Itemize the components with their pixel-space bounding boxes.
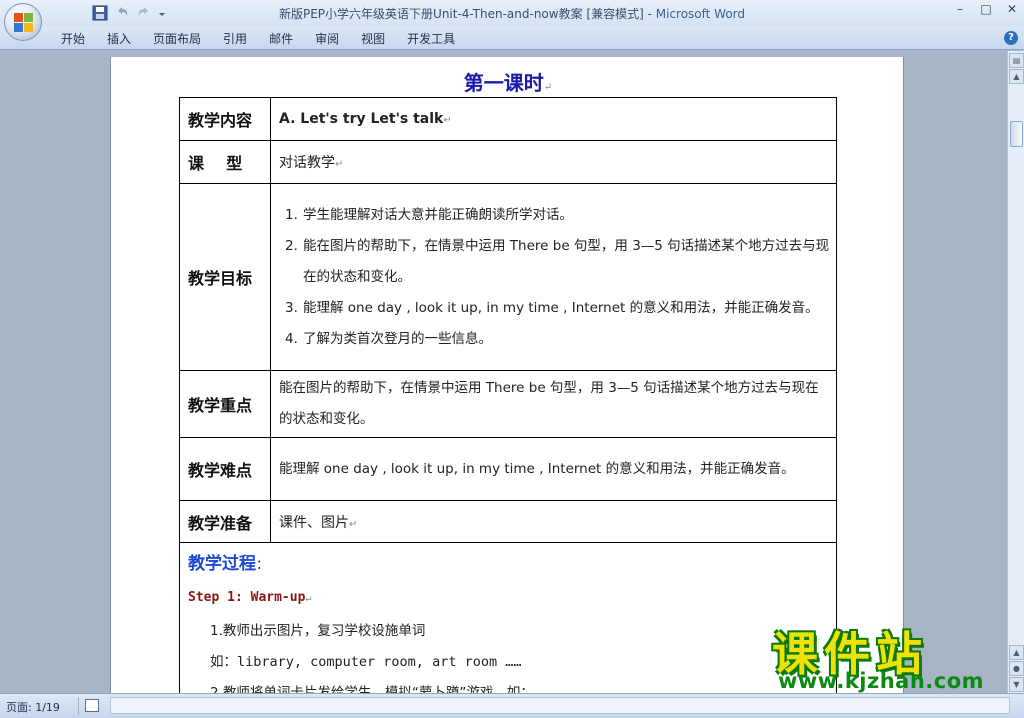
ribbon-tabs: 开始 插入 页面布局 引用 邮件 审阅 视图 开发工具 ? <box>0 26 1024 50</box>
title-bar: 新版PEP小学六年级英语下册Unit-4-Then-and-now教案 [兼容模… <box>0 0 1024 26</box>
row-value-goals: 1. 学生能理解对话大意并能正确朗读所学对话。 2. 能在图片的帮助下，在情景中运用… <box>270 183 837 371</box>
list-text: 了解为类首次登月的一些信息。 <box>303 330 492 347</box>
row-value-key-points: 能在图片的帮助下，在情景中运用 There be 句型，用 3—5 句话描述某个… <box>270 370 837 438</box>
difficulties-text: 能理解 one day , look it up, in my time , I… <box>279 460 795 477</box>
table-row: 教学过程： Step 1: Warm-up↵ 1.教师出示图片，复习学校设施单词… <box>179 542 837 693</box>
watermark: 课件站 www.kjzhan.com <box>772 618 1008 694</box>
table-row: 教学重点 能在图片的帮助下，在情景中运用 There be 句型，用 3—5 句… <box>179 370 837 438</box>
process-cell: 教学过程： Step 1: Warm-up↵ 1.教师出示图片，复习学校设施单词… <box>179 542 837 693</box>
restore-button[interactable]: □ <box>978 2 994 16</box>
window-title: 新版PEP小学六年级英语下册Unit-4-Then-and-now教案 [兼容模… <box>0 5 1024 22</box>
process-heading-suffix: ： <box>256 558 270 573</box>
office-button[interactable] <box>4 3 42 41</box>
view-ruler-icon[interactable]: ▤ <box>1009 53 1024 68</box>
list-text: 能在图片的帮助下，在情景中运用 There be 句型，用 3—5 句话描述某个… <box>303 237 830 285</box>
tab-references[interactable]: 引用 <box>212 30 258 48</box>
content-value: A. Let's try Let's talk <box>279 111 444 127</box>
process-line: 1.教师出示图片，复习学校设施单词 <box>210 623 426 639</box>
list-item: 1. 学生能理解对话大意并能正确朗读所学对话。 <box>279 200 830 231</box>
process-line: 2.教师将单词卡片发给学生，模拟“萝卜蹲”游戏。如： <box>210 685 534 693</box>
table-row: 教学内容 A. Let's try Let's talk↵ <box>179 97 837 141</box>
scroll-up-icon[interactable]: ▲ <box>1009 69 1024 84</box>
row-label-goals: 教学目标 <box>179 183 271 371</box>
app-name: Microsoft Word <box>655 7 746 21</box>
process-line: 如：library, computer room, art room …… <box>210 654 522 670</box>
horizontal-scrollbar[interactable] <box>110 697 1010 714</box>
status-bar: 页面: 1/19 <box>0 693 1024 718</box>
table-row: 教学目标 1. 学生能理解对话大意并能正确朗读所学对话。 2. 能在图片的帮助下，在… <box>179 183 837 371</box>
tab-home[interactable]: 开始 <box>50 30 96 48</box>
tab-view[interactable]: 视图 <box>350 30 396 48</box>
list-number: 1. <box>285 206 298 223</box>
row-value-difficulties: 能理解 one day , look it up, in my time , I… <box>270 437 837 501</box>
page-title-text: 第一课时 <box>463 71 544 95</box>
document-area[interactable]: 第一课时↵ 教学内容 A. Let's try Let's talk↵ 课 型 … <box>0 51 1007 693</box>
paragraph-mark: ↵ <box>305 593 312 604</box>
type-value: 对话教学 <box>279 155 335 171</box>
next-page-icon[interactable]: ▼ <box>1009 677 1024 692</box>
paragraph-mark: ↵ <box>543 82 553 93</box>
row-label-content: 教学内容 <box>179 97 271 141</box>
list-text: 学生能理解对话大意并能正确朗读所学对话。 <box>303 206 573 223</box>
tab-mailings[interactable]: 邮件 <box>258 30 304 48</box>
tab-insert[interactable]: 插入 <box>96 30 142 48</box>
table-row: 教学难点 能理解 one day , look it up, in my tim… <box>179 437 837 501</box>
list-item: 2. 能在图片的帮助下，在情景中运用 There be 句型，用 3—5 句话描述… <box>279 231 830 293</box>
watermark-url: www.kjzhan.com <box>778 669 985 693</box>
process-heading: 教学过程： <box>188 549 828 581</box>
list-number: 3. <box>285 299 298 316</box>
minimize-button[interactable]: – <box>952 2 968 16</box>
row-value-type: 对话教学↵ <box>270 140 837 184</box>
list-text: 能理解 one day , look it up, in my time , I… <box>303 299 819 316</box>
select-browse-object-icon[interactable]: ● <box>1009 661 1024 676</box>
row-label-key-points: 教学重点 <box>179 370 271 438</box>
previous-page-icon[interactable]: ▲ <box>1009 645 1024 660</box>
row-value-content: A. Let's try Let's talk↵ <box>270 97 837 141</box>
page-title: 第一课时↵ <box>111 67 905 96</box>
office-logo-icon <box>14 13 33 32</box>
paragraph-mark: ↵ <box>443 115 452 126</box>
row-label-type: 课 型 <box>179 140 271 184</box>
row-label-difficulties: 教学难点 <box>179 437 271 501</box>
close-button[interactable]: ✕ <box>1004 2 1020 16</box>
process-heading-text: 教学过程 <box>188 554 256 574</box>
scroll-thumb[interactable] <box>1010 121 1023 147</box>
tab-page-layout[interactable]: 页面布局 <box>142 30 212 48</box>
window-controls: – □ ✕ <box>952 2 1020 16</box>
word-window: 新版PEP小学六年级英语下册Unit-4-Then-and-now教案 [兼容模… <box>0 0 1024 718</box>
table-row: 教学准备 课件、图片↵ <box>179 500 837 543</box>
table-row: 课 型 对话教学↵ <box>179 140 837 184</box>
vertical-scrollbar[interactable]: ▤ ▲ ▲ ● ▼ <box>1007 51 1024 693</box>
page-indicator[interactable]: 页面: 1/19 <box>6 699 60 715</box>
document-name: 新版PEP小学六年级英语下册Unit-4-Then-and-now教案 [兼容模… <box>278 7 652 21</box>
list-number: 2. <box>285 237 298 254</box>
lesson-plan-table: 教学内容 A. Let's try Let's talk↵ 课 型 对话教学↵ … <box>179 97 837 693</box>
row-value-preparation: 课件、图片↵ <box>270 500 837 543</box>
document-page[interactable]: 第一课时↵ 教学内容 A. Let's try Let's talk↵ 课 型 … <box>110 57 904 693</box>
tab-developer[interactable]: 开发工具 <box>396 30 466 48</box>
status-separator <box>78 697 79 715</box>
macro-record-icon[interactable] <box>85 699 99 712</box>
key-points-text: 能在图片的帮助下，在情景中运用 There be 句型，用 3—5 句话描述某个… <box>279 380 819 427</box>
paragraph-mark: ↵ <box>349 518 358 530</box>
help-icon[interactable]: ? <box>1004 31 1018 45</box>
step-heading: Step 1: Warm-up↵ <box>188 581 828 616</box>
row-label-preparation: 教学准备 <box>179 500 271 543</box>
goals-list: 1. 学生能理解对话大意并能正确朗读所学对话。 2. 能在图片的帮助下，在情景中运用… <box>279 200 830 355</box>
list-number: 4. <box>285 330 298 347</box>
tab-review[interactable]: 审阅 <box>304 30 350 48</box>
paragraph-mark: ↵ <box>335 159 344 170</box>
step-heading-text: Step 1: Warm-up <box>188 590 306 605</box>
list-item: 3. 能理解 one day , look it up, in my time ,… <box>279 293 830 324</box>
list-item: 4. 了解为类首次登月的一些信息。 <box>279 324 830 355</box>
preparation-text: 课件、图片 <box>279 514 349 531</box>
